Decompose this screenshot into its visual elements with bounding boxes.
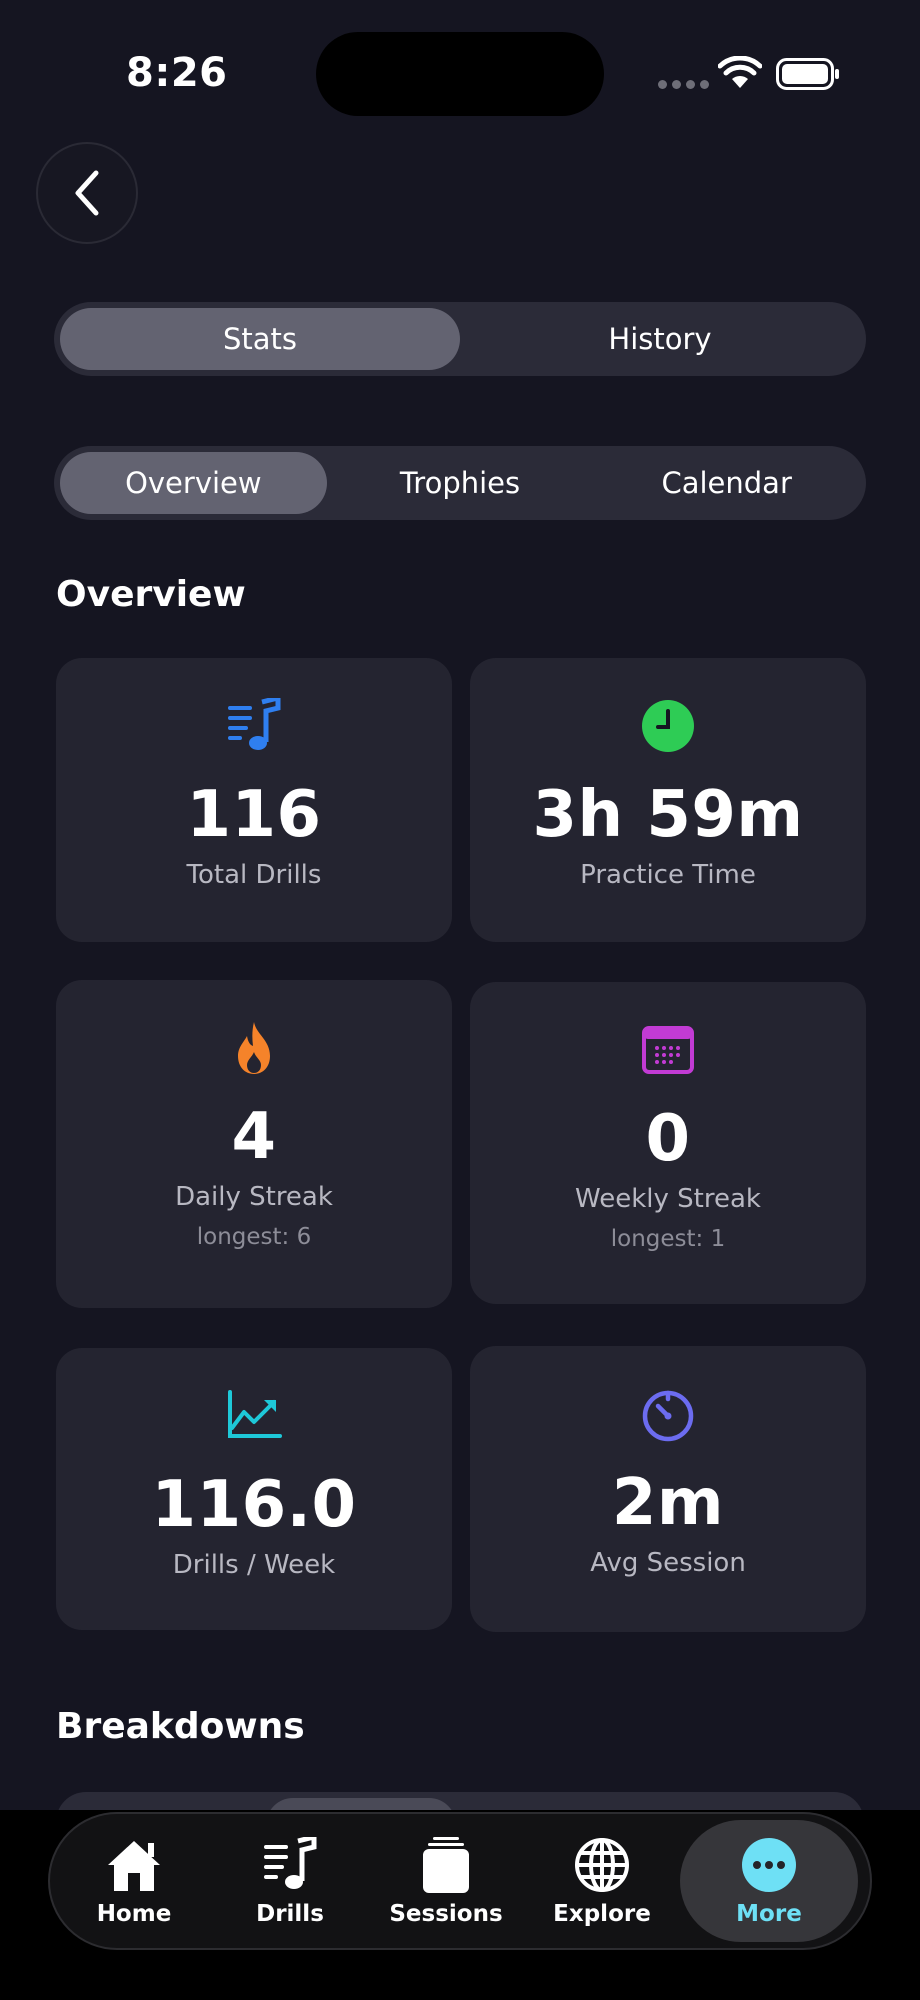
- flame-icon: [226, 1020, 282, 1076]
- practice-time-label: Practice Time: [580, 860, 756, 890]
- daily-streak-longest: longest: 6: [196, 1224, 312, 1250]
- weekly-streak-card[interactable]: 0 Weekly Streak longest: 1: [470, 982, 866, 1304]
- tab-more-label: More: [736, 1901, 802, 1927]
- globe-icon: [570, 1835, 634, 1895]
- clock-icon: [640, 698, 696, 754]
- total-drills-card[interactable]: 116 Total Drills: [56, 658, 452, 942]
- music-list-icon: [258, 1835, 322, 1895]
- daily-streak-label: Daily Streak: [175, 1182, 333, 1212]
- daily-streak-value: 4: [231, 1100, 277, 1174]
- daily-streak-card[interactable]: 4 Daily Streak longest: 6: [56, 980, 452, 1308]
- chevron-left-icon: [75, 170, 99, 216]
- weekly-streak-longest: longest: 1: [610, 1226, 726, 1252]
- dynamic-island: [316, 32, 604, 116]
- total-drills-label: Total Drills: [186, 860, 322, 890]
- avg-session-label: Avg Session: [590, 1548, 746, 1578]
- stats-screen: 8:26 Stats History Overview Trophies Cal…: [0, 0, 920, 2000]
- total-drills-value: 116: [186, 778, 322, 852]
- overview-segmented-control: Overview Trophies Calendar: [54, 446, 866, 520]
- tab-explore-label: Explore: [553, 1901, 651, 1927]
- trend-chart-icon: [226, 1388, 282, 1444]
- segment-trophies[interactable]: Trophies: [327, 452, 594, 514]
- practice-time-card[interactable]: 3h 59m Practice Time: [470, 658, 866, 942]
- overview-heading: Overview: [56, 574, 246, 615]
- stack-icon: [414, 1835, 478, 1895]
- tab-sessions-label: Sessions: [389, 1901, 503, 1927]
- calendar-icon: [640, 1022, 696, 1078]
- avg-session-value: 2m: [611, 1466, 725, 1540]
- tab-sessions[interactable]: Sessions: [368, 1820, 524, 1942]
- music-list-icon: [226, 698, 282, 754]
- drills-per-week-card[interactable]: 116.0 Drills / Week: [56, 1348, 452, 1630]
- tab-explore[interactable]: Explore: [524, 1820, 680, 1942]
- tab-home-label: Home: [96, 1901, 172, 1927]
- weekly-streak-label: Weekly Streak: [575, 1184, 761, 1214]
- weekly-streak-value: 0: [645, 1102, 691, 1176]
- avg-session-card[interactable]: 2m Avg Session: [470, 1346, 866, 1632]
- segment-calendar[interactable]: Calendar: [593, 452, 860, 514]
- back-button[interactable]: [36, 142, 138, 244]
- tab-drills-label: Drills: [256, 1901, 324, 1927]
- drills-per-week-value: 116.0: [151, 1468, 357, 1542]
- segment-history[interactable]: History: [460, 308, 860, 370]
- bottom-tab-bar: Home Drills Sessions Explore More: [48, 1812, 872, 1950]
- timer-icon: [640, 1386, 696, 1442]
- wifi-icon: [718, 56, 762, 88]
- ellipsis-circle-icon: [737, 1835, 801, 1895]
- house-icon: [102, 1835, 166, 1895]
- tab-drills[interactable]: Drills: [212, 1820, 368, 1942]
- breakdowns-heading: Breakdowns: [56, 1706, 305, 1747]
- status-time: 8:26: [126, 50, 228, 96]
- tab-more[interactable]: More: [680, 1820, 858, 1942]
- battery-icon: [776, 58, 839, 90]
- stats-history-segmented-control: Stats History: [54, 302, 866, 376]
- tab-home[interactable]: Home: [56, 1820, 212, 1942]
- drills-per-week-label: Drills / Week: [172, 1550, 336, 1580]
- cellular-signal-icon: [658, 80, 709, 89]
- segment-overview[interactable]: Overview: [60, 452, 327, 514]
- practice-time-value: 3h 59m: [532, 778, 804, 852]
- segment-stats[interactable]: Stats: [60, 308, 460, 370]
